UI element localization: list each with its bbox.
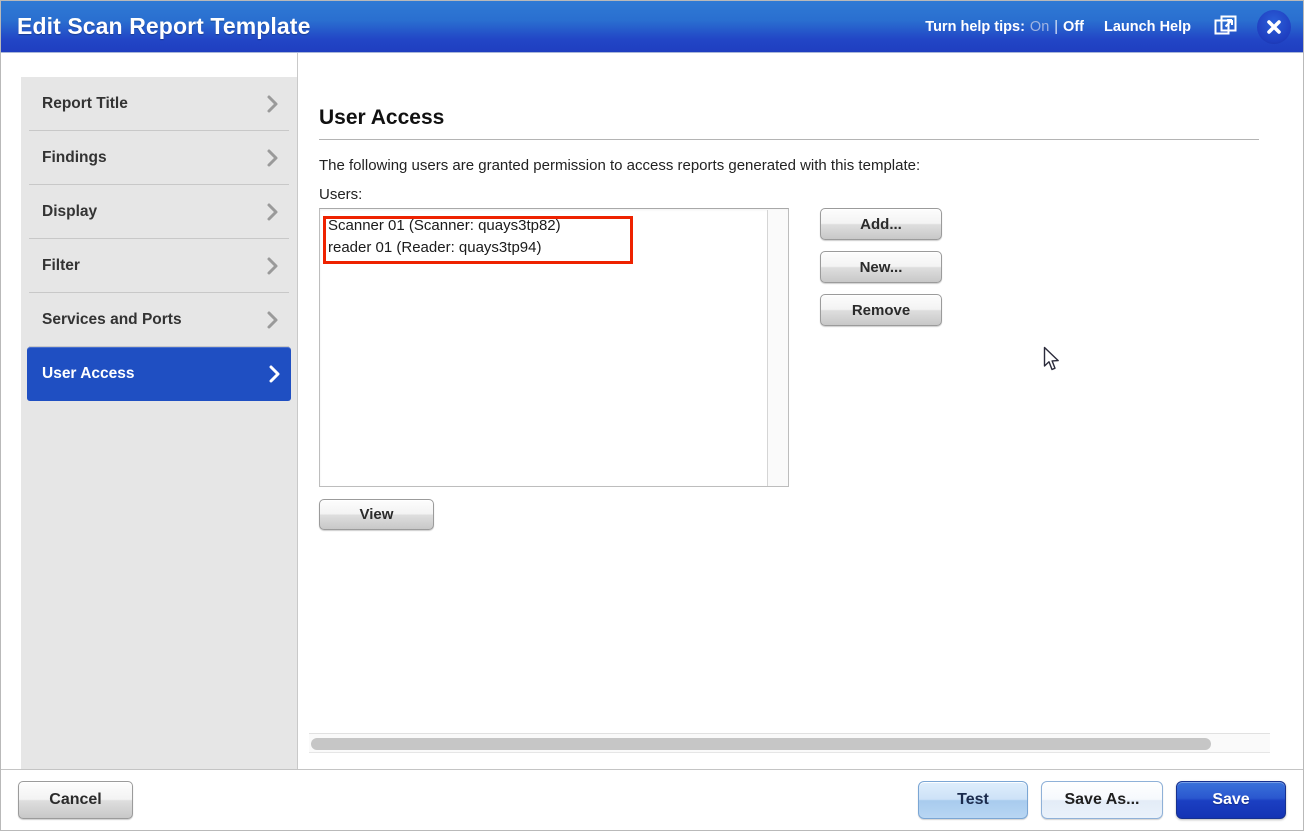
page-description: The following users are granted permissi… [319, 157, 921, 174]
content-horizontal-scrollbar[interactable] [309, 733, 1270, 753]
sidebar-nav: Report Title Findings Display Filter Service… [21, 77, 297, 769]
new-user-button[interactable]: New... [820, 251, 942, 283]
user-actions-group: Add... New... Remove [820, 208, 942, 326]
remove-user-button[interactable]: Remove [820, 294, 942, 326]
users-listbox[interactable]: Scanner 01 (Scanner: quays3tp82) reader 0… [319, 208, 789, 487]
sidebar-item-report-title[interactable]: Report Title [29, 77, 289, 131]
users-list-label: Users: [319, 186, 363, 203]
list-item[interactable]: reader 01 (Reader: quays3tp94) [328, 237, 780, 259]
test-button[interactable]: Test [918, 781, 1028, 819]
chevron-right-icon [265, 256, 281, 276]
cancel-button[interactable]: Cancel [18, 781, 133, 819]
sidebar-item-display[interactable]: Display [29, 185, 289, 239]
users-listbox-wrapper: Scanner 01 (Scanner: quays3tp82) reader 0… [319, 208, 789, 487]
users-listbox-scrollbar[interactable] [767, 210, 787, 486]
footer-primary-actions: Test Save As... Save [918, 781, 1286, 819]
help-tips-separator: | [1054, 18, 1059, 35]
titlebar-actions: Turn help tips: On | Off Launch Help [925, 9, 1291, 44]
sidebar-item-filter[interactable]: Filter [29, 239, 289, 293]
sidebar-item-label: Report Title [42, 94, 128, 112]
close-icon [1267, 19, 1281, 34]
save-as-button[interactable]: Save As... [1041, 781, 1163, 819]
sidebar-item-label: Filter [42, 256, 80, 274]
window-title: Edit Scan Report Template [17, 13, 311, 39]
view-user-button[interactable]: View [319, 499, 434, 530]
chevron-right-icon [265, 202, 281, 222]
page-title-rule [319, 139, 1259, 140]
dialog-footer: Cancel Test Save As... Save [1, 769, 1303, 830]
add-user-button[interactable]: Add... [820, 208, 942, 240]
sidebar-item-services-and-ports[interactable]: Services and Ports [29, 293, 289, 347]
launch-help-link[interactable]: Launch Help [1104, 19, 1191, 35]
page-title: User Access [319, 106, 445, 129]
help-tips-toggle: Turn help tips: On | Off [925, 19, 1084, 35]
chevron-right-icon [265, 310, 281, 330]
content-horizontal-scroll-thumb[interactable] [311, 738, 1211, 750]
list-item[interactable]: Scanner 01 (Scanner: quays3tp82) [328, 215, 780, 237]
sidebar-item-label: Display [42, 202, 98, 220]
sidebar-item-findings[interactable]: Findings [29, 131, 289, 185]
sidebar-item-label: Findings [42, 148, 107, 166]
close-button[interactable] [1257, 9, 1291, 44]
sidebar-item-user-access[interactable]: User Access [27, 347, 291, 401]
chevron-right-icon [265, 94, 281, 114]
popout-window-icon[interactable] [1213, 14, 1239, 40]
window-titlebar: Edit Scan Report Template Turn help tips… [1, 1, 1303, 53]
save-button[interactable]: Save [1176, 781, 1286, 819]
help-tips-off-option[interactable]: Off [1063, 19, 1084, 35]
main-content-pane: User Access The following users are gran… [298, 54, 1303, 770]
edit-scan-report-template-window: Edit Scan Report Template Turn help tips… [0, 0, 1304, 831]
sidebar-item-label: Services and Ports [42, 310, 182, 328]
view-button-wrapper: View [319, 499, 1303, 530]
chevron-right-icon [267, 364, 283, 384]
chevron-right-icon [265, 148, 281, 168]
help-tips-on-option[interactable]: On [1030, 19, 1049, 35]
help-tips-label: Turn help tips: [925, 18, 1025, 35]
sidebar-item-label: User Access [42, 364, 135, 382]
